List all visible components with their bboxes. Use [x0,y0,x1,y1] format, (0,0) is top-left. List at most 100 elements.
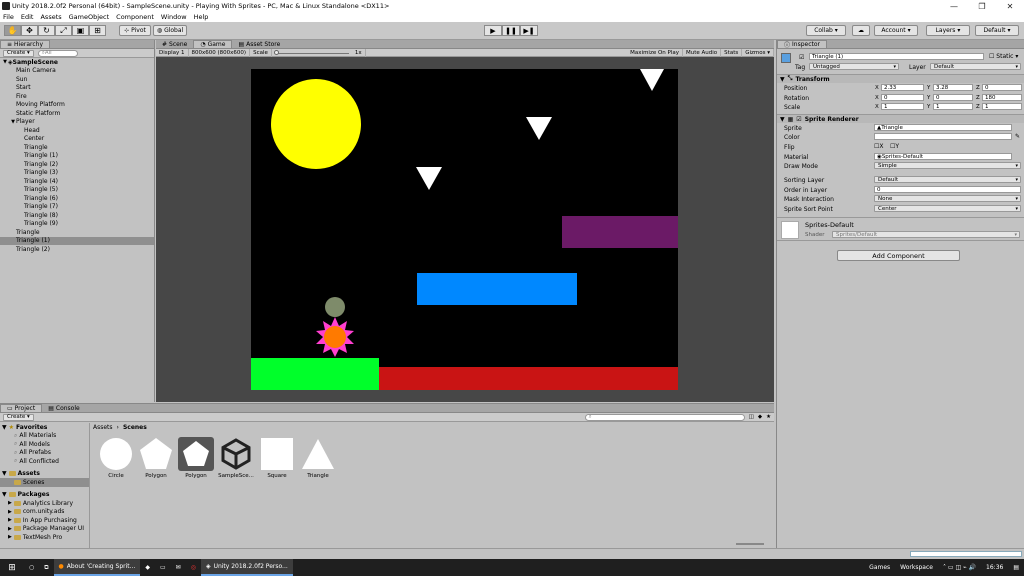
favorite-item[interactable]: ⌕ All Materials [0,432,89,441]
resolution-dropdown[interactable]: 800x600 (800x600) [189,48,251,57]
add-component-button[interactable]: Add Component [837,250,960,261]
asset-polygon-selected[interactable]: Polygon [178,437,214,479]
expand-arrow-icon[interactable]: ▶ [8,500,12,506]
maximize-on-play-toggle[interactable]: Maximize On Play [627,48,684,57]
display-dropdown[interactable]: Display 1 [156,48,189,57]
step-icon[interactable]: ▶❚ [520,25,538,36]
hierarchy-item[interactable]: Head [0,126,154,135]
create-dropdown[interactable]: Create ▾ [3,413,34,421]
scale-slider-handle[interactable] [273,49,279,55]
rotation-x-field[interactable]: 0 [881,94,924,101]
hierarchy-item[interactable]: Static Platform [0,109,154,118]
asset-polygon[interactable]: Polygon [138,437,174,479]
tab-scene[interactable]: # Scene [156,40,193,48]
order-in-layer-field[interactable]: 0 [874,186,1021,193]
sorting-layer-dropdown[interactable]: Default [874,176,1021,183]
packages-header[interactable]: ▼ Packages [0,491,89,500]
account-button[interactable]: Account ▾ [874,25,918,36]
taskbar-unity[interactable]: ◈ Unity 2018.2.0f2 Perso... [200,559,293,576]
opera-icon[interactable]: ◎ [186,559,201,576]
tray-games[interactable]: Games [864,559,895,576]
favorite-item[interactable]: ⌕ All Conflicted [0,457,89,466]
hierarchy-item[interactable]: Triangle (6) [0,194,154,203]
hierarchy-item[interactable]: Triangle (1) [0,152,154,161]
shader-dropdown[interactable]: Sprites/Default [832,231,1020,238]
favorite-item[interactable]: ⌕ All Models [0,440,89,449]
move-tool-icon[interactable]: ✥ [21,25,38,36]
taskbar-firefox[interactable]: ● About 'Creating Sprit... [53,559,141,576]
tab-project[interactable]: ▭ Project [0,404,43,412]
sprite-renderer-header[interactable]: ▼ ▦ ☑ Sprite Renderer [777,114,1024,123]
expand-arrow-icon[interactable]: ▶ [8,509,12,515]
star-icon[interactable]: ★ [766,414,771,420]
hierarchy-item[interactable]: Triangle (3) [0,169,154,178]
breadcrumb-scenes[interactable]: Scenes [123,424,147,431]
tab-hierarchy[interactable]: ≡ Hierarchy [0,40,51,48]
scale-y-field[interactable]: 1 [933,103,973,110]
package-item[interactable]: ▶ com.unity.ads [0,508,89,517]
rotate-tool-icon[interactable]: ↻ [38,25,55,36]
asset-square[interactable]: Square [259,437,295,479]
scene-row[interactable]: ▼ ◈ SampleScene [0,58,154,67]
menu-edit[interactable]: Edit [21,13,34,21]
asset-samplescene[interactable]: SampleSce... [218,437,254,479]
gizmos-dropdown[interactable]: Gizmos ▾ [742,48,774,57]
menu-component[interactable]: Component [116,13,154,21]
thumbnail-size-slider[interactable] [736,543,764,545]
scale-tool-icon[interactable]: ⤢ [55,25,72,36]
hierarchy-item[interactable]: Triangle (2) [0,160,154,169]
scale-z-field[interactable]: 1 [982,103,1022,110]
assets-header[interactable]: ▼ Assets [0,470,89,479]
menu-help[interactable]: Help [194,13,209,21]
active-checkbox[interactable]: ☑ [799,54,804,61]
play-icon[interactable]: ▶ [484,25,502,36]
file-explorer-icon[interactable]: ▭ [155,559,171,576]
layer-dropdown[interactable]: Default [930,63,1021,70]
minimize-icon[interactable]: — [940,0,968,12]
asset-triangle[interactable]: Triangle [300,437,336,479]
favorite-item[interactable]: ⌕ All Prefabs [0,449,89,458]
game-canvas[interactable] [251,69,678,390]
object-name-field[interactable]: Triangle (1) [809,53,984,60]
hierarchy-item[interactable]: Triangle (7) [0,203,154,212]
menu-assets[interactable]: Assets [40,13,61,21]
system-tray-icons[interactable]: ˄ ▭ ◫ ⌁ 🔊 [938,559,981,576]
tab-game[interactable]: ◔ Game [193,40,233,48]
expand-arrow-icon[interactable]: ▶ [8,526,12,532]
hierarchy-item[interactable]: Center [0,135,154,144]
enabled-checkbox[interactable]: ☑ [796,116,801,123]
hierarchy-item[interactable]: Triangle (8) [0,211,154,220]
scale-x-field[interactable]: 1 [881,103,924,110]
material-field[interactable]: ◉ Sprites-Default [874,153,1012,160]
filter-label-icon[interactable]: ◆ [758,414,762,420]
flip-y-checkbox[interactable]: ☐Y [890,143,899,150]
tray-workspace[interactable]: Workspace [895,559,938,576]
hierarchy-item[interactable]: Triangle (5) [0,186,154,195]
layout-dropdown[interactable]: Default ▾ [975,25,1019,36]
transform-header[interactable]: ▼ ⤡ Transform [777,74,1024,83]
hierarchy-item[interactable]: ▼ Player [0,118,154,127]
global-toggle[interactable]: ◍ Global [153,25,187,36]
folder-scenes[interactable]: Scenes [0,478,89,487]
task-view-icon[interactable]: ⧉ [39,559,53,576]
transform-tool-icon[interactable]: ⊞ [89,25,106,36]
hierarchy-item[interactable]: Moving Platform [0,101,154,110]
tag-dropdown[interactable]: Untagged [809,63,899,70]
hierarchy-search-input[interactable]: ⌕ All [37,49,78,57]
menu-window[interactable]: Window [161,13,187,21]
flip-x-checkbox[interactable]: ☐X [874,143,884,150]
position-x-field[interactable]: 2.33 [881,84,924,91]
hierarchy-item[interactable]: Triangle [0,228,154,237]
filter-type-icon[interactable]: ◫ [749,414,754,420]
hierarchy-item[interactable]: Main Camera [0,67,154,76]
project-search-input[interactable]: ⌕ [584,413,745,421]
package-item[interactable]: ▶ Analytics Library [0,499,89,508]
sprite-sort-point-dropdown[interactable]: Center [874,205,1021,212]
close-icon[interactable]: ✕ [996,0,1024,12]
tab-console[interactable]: ▤ Console [42,404,86,412]
draw-mode-dropdown[interactable]: Simple [874,162,1021,169]
hand-tool-icon[interactable]: ✋ [4,25,21,36]
position-z-field[interactable]: 0 [982,84,1022,91]
hierarchy-item[interactable]: Triangle (4) [0,177,154,186]
rotation-z-field[interactable]: 180 [982,94,1022,101]
